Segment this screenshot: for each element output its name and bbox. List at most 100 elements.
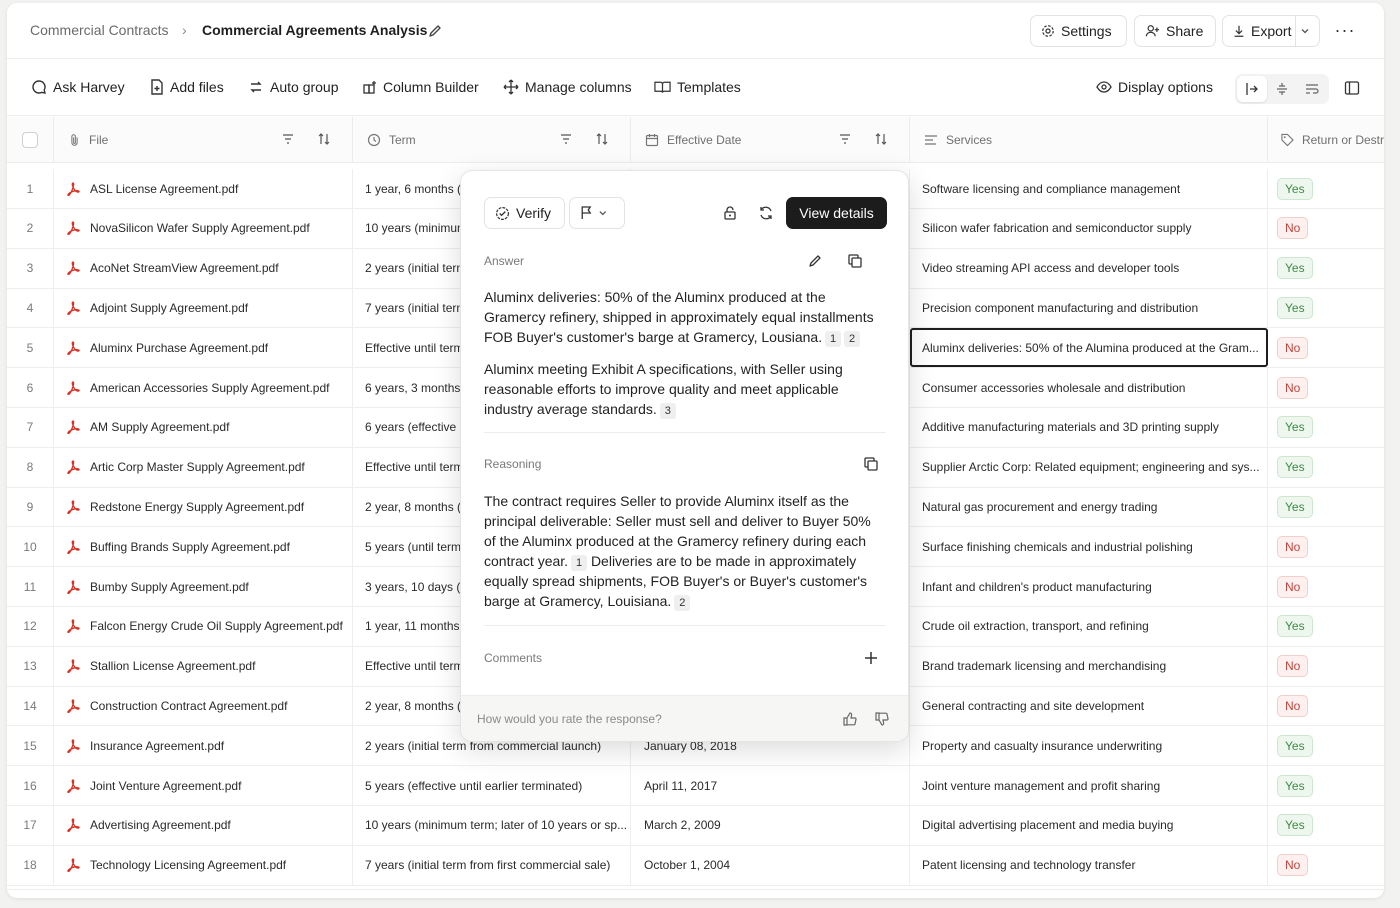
return-cell[interactable]: Yes [1268, 169, 1384, 208]
services-cell[interactable]: Digital advertising placement and media … [910, 805, 1268, 845]
services-cell[interactable]: General contracting and site development [910, 686, 1268, 726]
return-cell[interactable]: Yes [1268, 607, 1384, 646]
table-row[interactable]: 18 Technology Licensing Agreement.pdf 7 ye… [7, 845, 1384, 886]
table-row[interactable]: 16 Joint Venture Agreement.pdf 5 years (ef… [7, 766, 1384, 806]
file-cell[interactable]: Bumby Supply Agreement.pdf [54, 567, 353, 606]
return-cell[interactable]: No [1268, 647, 1384, 686]
return-cell[interactable]: Yes [1268, 726, 1384, 765]
select-all-checkbox[interactable] [22, 132, 38, 148]
add-files-button[interactable]: Add files [150, 79, 224, 95]
export-dropdown-toggle[interactable] [1295, 16, 1319, 46]
services-cell[interactable]: Patent licensing and technology transfer [910, 845, 1268, 885]
effective-date-cell[interactable]: April 11, 2017 [631, 766, 910, 805]
filter-icon[interactable] [839, 133, 851, 145]
lock-icon[interactable] [722, 205, 738, 221]
citation-badge[interactable]: 1 [571, 555, 588, 571]
file-cell[interactable]: Artic Corp Master Supply Agreement.pdf [54, 447, 353, 487]
density-normal-option[interactable] [1267, 76, 1297, 102]
file-cell[interactable]: Redstone Energy Supply Agreement.pdf [54, 487, 353, 527]
more-options-button[interactable]: ··· [1334, 19, 1356, 41]
services-cell[interactable]: Brand trademark licensing and merchandis… [910, 646, 1268, 686]
services-cell[interactable]: Supplier Arctic Corp: Related equipment;… [910, 447, 1268, 487]
file-cell[interactable]: Joint Venture Agreement.pdf [54, 766, 353, 805]
citation-badge[interactable]: 3 [659, 403, 676, 419]
services-cell[interactable]: Surface finishing chemicals and industri… [910, 527, 1268, 567]
services-cell[interactable]: Precision component manufacturing and di… [910, 288, 1268, 328]
column-header-return[interactable]: Return or Destr [1268, 117, 1384, 163]
table-row[interactable]: 17 Advertising Agreement.pdf 10 years (min… [7, 805, 1384, 846]
breadcrumb-root[interactable]: Commercial Contracts [30, 22, 168, 38]
services-cell[interactable]: Aluminx deliveries: 50% of the Alumina p… [910, 328, 1268, 368]
file-cell[interactable]: AcoNet StreamView Agreement.pdf [54, 248, 353, 288]
auto-group-button[interactable]: Auto group [248, 79, 339, 95]
sort-icon[interactable] [596, 133, 608, 145]
citation-badge[interactable]: 2 [844, 331, 861, 347]
return-cell[interactable]: No [1268, 686, 1384, 725]
file-cell[interactable]: NovaSilicon Wafer Supply Agreement.pdf [54, 208, 353, 248]
file-cell[interactable]: Adjoint Supply Agreement.pdf [54, 288, 353, 328]
services-cell[interactable]: Joint venture management and profit shar… [910, 766, 1268, 805]
column-header-services[interactable]: Services [910, 117, 1268, 163]
term-cell[interactable]: 5 years (effective until earlier termina… [353, 766, 631, 805]
filter-icon[interactable] [282, 133, 294, 145]
return-cell[interactable]: No [1268, 567, 1384, 606]
settings-button[interactable]: Settings [1030, 15, 1127, 47]
column-header-term[interactable]: Term [353, 117, 631, 163]
return-cell[interactable]: Yes [1268, 448, 1384, 487]
file-cell[interactable]: Technology Licensing Agreement.pdf [54, 845, 353, 885]
file-cell[interactable]: Aluminx Purchase Agreement.pdf [54, 328, 353, 368]
services-cell[interactable]: Infant and children's product manufactur… [910, 567, 1268, 606]
return-cell[interactable]: Yes [1268, 487, 1384, 526]
thumbs-up-icon[interactable] [842, 711, 858, 727]
density-compact-option[interactable] [1237, 76, 1267, 102]
column-builder-button[interactable]: Column Builder [363, 79, 479, 95]
return-cell[interactable]: Yes [1268, 249, 1384, 288]
pencil-icon[interactable] [427, 23, 443, 39]
return-cell[interactable]: Yes [1268, 408, 1384, 447]
services-cell[interactable]: Software licensing and compliance manage… [910, 169, 1268, 208]
manage-columns-button[interactable]: Manage columns [503, 79, 632, 95]
sort-icon[interactable] [875, 133, 887, 145]
copy-icon[interactable] [847, 253, 863, 269]
term-cell[interactable]: 10 years (minimum term; later of 10 year… [353, 805, 631, 845]
copy-icon[interactable] [863, 456, 879, 472]
services-cell[interactable]: Additive manufacturing materials and 3D … [910, 407, 1268, 447]
services-cell[interactable]: Video streaming API access and developer… [910, 248, 1268, 288]
return-cell[interactable]: No [1268, 368, 1384, 407]
return-cell[interactable]: Yes [1268, 806, 1384, 845]
citation-badge[interactable]: 1 [825, 331, 842, 347]
file-cell[interactable]: AM Supply Agreement.pdf [54, 407, 353, 447]
return-cell[interactable]: No [1268, 527, 1384, 566]
sidebar-panel-icon[interactable] [1344, 80, 1360, 96]
ask-harvey-button[interactable]: Ask Harvey [31, 79, 125, 95]
services-cell[interactable]: Silicon wafer fabrication and semiconduc… [910, 208, 1268, 248]
return-cell[interactable]: No [1268, 846, 1384, 885]
share-button[interactable]: Share [1134, 15, 1216, 47]
plus-icon[interactable] [863, 650, 879, 666]
file-cell[interactable]: American Accessories Supply Agreement.pd… [54, 368, 353, 407]
file-cell[interactable]: Stallion License Agreement.pdf [54, 646, 353, 686]
density-wrap-option[interactable] [1297, 76, 1327, 102]
sort-icon[interactable] [318, 133, 330, 145]
return-cell[interactable]: Yes [1268, 288, 1384, 327]
column-header-file[interactable]: File [54, 117, 353, 163]
effective-date-cell[interactable]: March 2, 2009 [631, 805, 910, 845]
file-cell[interactable]: Buffing Brands Supply Agreement.pdf [54, 527, 353, 567]
templates-button[interactable]: Templates [654, 79, 741, 95]
return-cell[interactable]: No [1268, 209, 1384, 248]
filter-icon[interactable] [560, 133, 572, 145]
services-cell[interactable]: Natural gas procurement and energy tradi… [910, 487, 1268, 527]
export-button[interactable]: Export [1222, 15, 1320, 47]
verify-button[interactable]: Verify [484, 197, 565, 229]
file-cell[interactable]: Advertising Agreement.pdf [54, 805, 353, 845]
file-cell[interactable]: Falcon Energy Crude Oil Supply Agreement… [54, 606, 353, 646]
thumbs-down-icon[interactable] [874, 711, 890, 727]
pencil-icon[interactable] [807, 253, 823, 269]
citation-badge[interactable]: 2 [674, 595, 691, 611]
file-cell[interactable]: Construction Contract Agreement.pdf [54, 686, 353, 726]
services-cell[interactable]: Consumer accessories wholesale and distr… [910, 368, 1268, 407]
return-cell[interactable]: Yes [1268, 766, 1384, 805]
display-options-button[interactable]: Display options [1096, 79, 1213, 95]
return-cell[interactable]: No [1268, 328, 1384, 367]
file-cell[interactable]: ASL License Agreement.pdf [54, 169, 353, 208]
